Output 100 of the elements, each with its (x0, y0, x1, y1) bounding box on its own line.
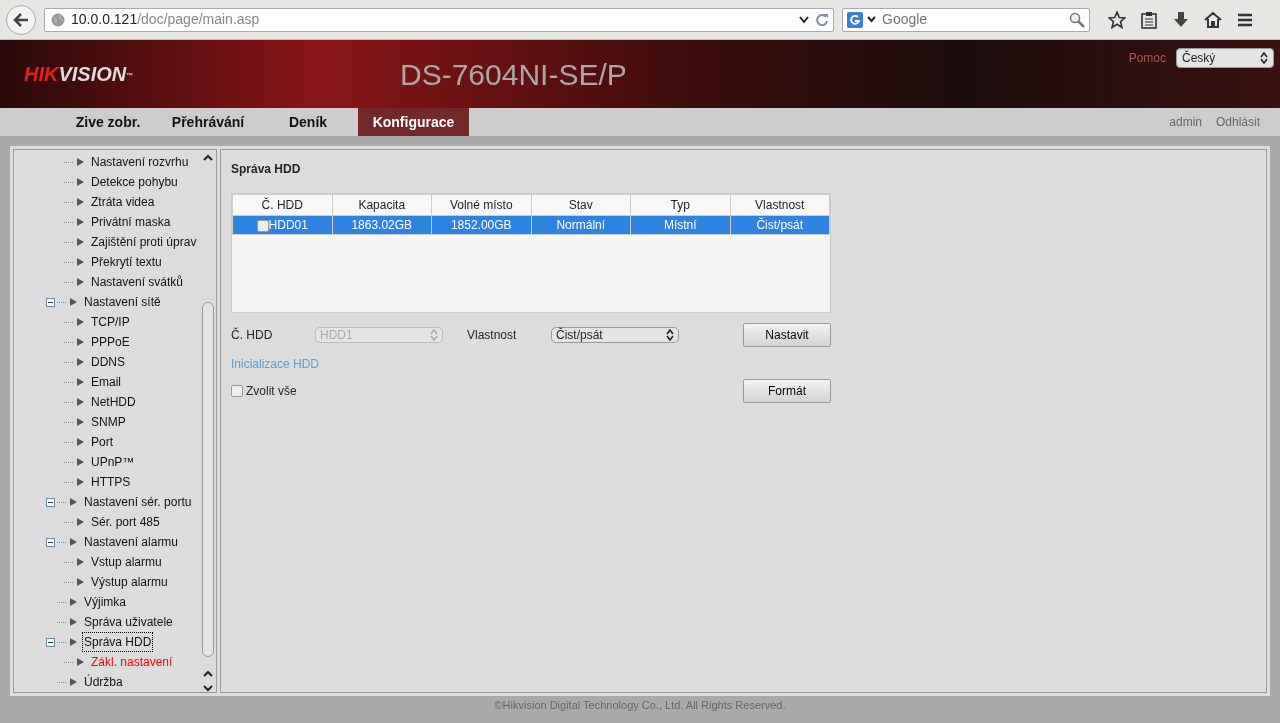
property-select[interactable]: Čist/psát (551, 327, 679, 343)
collapse-icon[interactable] (46, 297, 55, 307)
model-title: DS-7604NI-SE/P (400, 56, 627, 93)
tree-item[interactable]: Výjimka (82, 592, 128, 612)
tree-item[interactable]: Sér. port 485 (89, 512, 162, 532)
tree-item[interactable]: DDNS (89, 352, 127, 372)
tree-item[interactable]: Nastavení alarmu (82, 532, 181, 552)
tree-item[interactable]: Správa HDD (82, 632, 154, 652)
table-row[interactable]: HDD01 1863.02GB 1852.00GB Normální Místní Čist/psát (232, 215, 830, 235)
column-header: Stav (531, 194, 631, 216)
triangle-icon (77, 178, 84, 186)
triangle-icon (77, 338, 84, 346)
nav-tab[interactable]: Deník (258, 108, 358, 136)
tree-item[interactable]: NetHDD (89, 392, 138, 412)
tree-item[interactable]: Vstup alarmu (89, 552, 164, 572)
triangle-icon (77, 458, 84, 466)
download-icon[interactable] (1172, 10, 1190, 29)
search-icon[interactable] (1069, 11, 1085, 28)
back-arrow-icon (13, 12, 29, 27)
updown-arrows-icon (1260, 52, 1268, 64)
set-button[interactable]: Nastavit (743, 323, 831, 347)
tree-item[interactable]: HTTPS (89, 472, 133, 492)
scrollbar-thumb[interactable] (202, 302, 214, 657)
field-label: Č. HDD (231, 326, 274, 344)
checkbox-label[interactable]: Zvolit vše (246, 382, 297, 400)
triangle-icon (77, 658, 84, 666)
scroll-up-icon[interactable] (203, 154, 213, 162)
tree-item[interactable]: Privátní maska (89, 212, 173, 232)
triangle-icon (70, 538, 77, 546)
triangle-icon (77, 238, 84, 246)
select-all-checkbox[interactable] (231, 385, 243, 397)
triangle-icon (77, 258, 84, 266)
tree-item[interactable]: Nastavení sítě (82, 292, 163, 312)
star-icon[interactable] (1108, 10, 1126, 29)
copyright-text: ©Hikvision Digital Technology Co., Ltd. All Rights Reserved. (493, 698, 787, 713)
column-header: Typ (630, 194, 730, 216)
tree-item[interactable]: PPPoE (89, 332, 132, 352)
address-bar[interactable]: 10.0.0.121/doc/page/main.asp (44, 7, 834, 32)
scrollbar[interactable] (201, 152, 215, 692)
tree-item[interactable]: SNMP (89, 412, 128, 432)
format-button[interactable]: Formát (743, 379, 831, 403)
triangle-icon (77, 318, 84, 326)
collapse-icon[interactable] (46, 497, 55, 507)
field-label: Vlastnost (467, 327, 518, 344)
column-header: Č. HDD (232, 194, 332, 216)
tree-item[interactable]: Nastavení rozvrhu (89, 152, 191, 172)
nav-tab[interactable]: Přehrávání (158, 108, 258, 136)
tree-item[interactable]: TCP/IP (89, 312, 132, 332)
tree-item[interactable]: Nastavení svátků (89, 272, 186, 292)
url-text[interactable]: 10.0.0.121/doc/page/main.asp (71, 9, 260, 30)
tree-item[interactable]: Správa uživatele (82, 612, 175, 632)
table-cell: HDD01 (268, 218, 308, 232)
triangle-icon (77, 378, 84, 386)
triangle-icon (77, 478, 84, 486)
search-bar[interactable]: Google (842, 7, 1090, 32)
triangle-icon (77, 418, 84, 426)
back-button[interactable] (6, 4, 36, 35)
search-field[interactable]: Google (880, 8, 1065, 31)
collapse-icon[interactable] (46, 637, 55, 647)
tree-item[interactable]: Údržba (82, 672, 125, 692)
tree-item[interactable]: Zajištění proti úprav (89, 232, 199, 252)
triangle-icon (77, 158, 84, 166)
triangle-icon (70, 678, 77, 686)
triangle-icon (70, 498, 77, 506)
triangle-icon (70, 298, 77, 306)
tree-item[interactable]: Výstup alarmu (89, 572, 170, 592)
nav-tab[interactable]: Konfigurace (358, 108, 469, 136)
scroll-down-icon[interactable] (203, 684, 213, 692)
tree-item[interactable]: UPnP™ (89, 452, 137, 472)
tree-item[interactable]: Překrytí textu (89, 252, 164, 272)
home-icon[interactable] (1204, 10, 1222, 29)
row-checkbox[interactable] (256, 219, 269, 232)
reload-icon[interactable] (815, 12, 829, 27)
triangle-icon (70, 638, 77, 646)
triangle-icon (77, 278, 84, 286)
triangle-icon (70, 598, 77, 606)
tree-item[interactable]: Ztráta videa (89, 192, 157, 212)
column-header: Kapacita (332, 194, 432, 216)
clipboard-icon[interactable] (1140, 10, 1158, 29)
tree-item[interactable]: Nastavení sér. portu (82, 492, 194, 512)
section-title: Správa HDD (231, 161, 302, 178)
tree-item[interactable]: Email (89, 372, 123, 392)
scroll-up-icon[interactable] (203, 670, 213, 678)
nav-tab[interactable]: Zive zobr. (58, 108, 158, 136)
tree-item[interactable]: Detekce pohybu (89, 172, 180, 192)
triangle-icon (77, 438, 84, 446)
dropdown-caret-icon[interactable] (799, 15, 809, 24)
triangle-icon (77, 358, 84, 366)
user-link[interactable]: admin (1169, 113, 1202, 131)
dropdown-caret-icon[interactable] (867, 16, 876, 23)
triangle-icon (77, 198, 84, 206)
tree-item[interactable]: Port (89, 432, 115, 452)
triangle-icon (77, 398, 84, 406)
help-link[interactable]: Pomoc (1128, 49, 1166, 67)
triangle-icon (77, 578, 84, 586)
language-select[interactable]: Český (1176, 48, 1274, 68)
logout-link[interactable]: Odhlásit (1215, 113, 1260, 131)
column-header: Vlastnost (730, 194, 830, 216)
search-engine-icon (847, 11, 863, 28)
collapse-icon[interactable] (46, 537, 55, 547)
